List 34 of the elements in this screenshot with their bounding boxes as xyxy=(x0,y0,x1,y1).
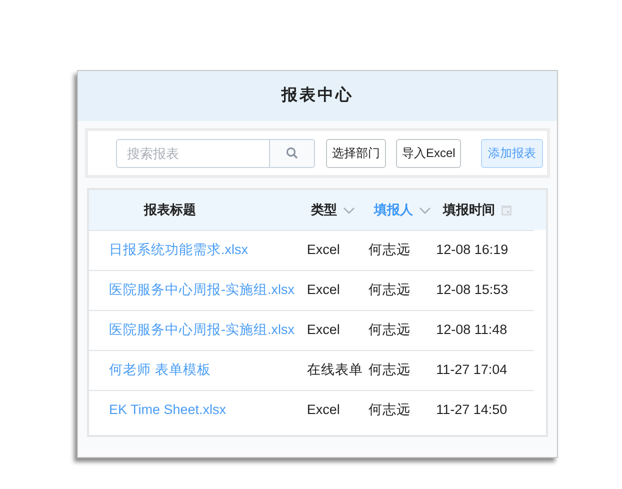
table-cell-text: 12-08 15:53 xyxy=(436,281,508,300)
search-field[interactable]: 搜索报表 xyxy=(116,138,270,168)
report-link[interactable]: 医院服务中心周报-实施组.xlsx xyxy=(109,280,294,301)
table-cell-text: 11-27 17:04 xyxy=(436,361,508,380)
table-cell-text: 何志远 xyxy=(368,321,410,340)
table-cell-text: Excel xyxy=(306,321,340,340)
table-cell-text: 何志远 xyxy=(368,241,410,260)
toolbar-button[interactable]: 添加报表 xyxy=(481,138,543,168)
table-cell-text: 在线表单 xyxy=(306,361,363,380)
report-link[interactable]: 医院服务中心周报-实施组.xlsx xyxy=(109,320,294,341)
column-header[interactable]: 填报时间 xyxy=(443,200,495,220)
toolbar-button[interactable]: 选择部门 xyxy=(326,138,386,168)
table-cell-text: 何志远 xyxy=(368,281,410,300)
chevron-down-icon[interactable] xyxy=(419,206,431,214)
table-cell-text: Excel xyxy=(306,241,340,260)
table-cell-text: 12-08 11:48 xyxy=(436,321,508,340)
column-header[interactable]: 填报人 xyxy=(374,200,413,220)
column-header[interactable]: 类型 xyxy=(311,200,337,220)
column-header[interactable]: 报表标题 xyxy=(144,200,196,220)
table-cell-text: Excel xyxy=(306,281,340,300)
chevron-down-icon[interactable] xyxy=(343,206,355,214)
table-cell-text: 11-27 14:50 xyxy=(436,401,508,420)
table-cell-text: 12-08 16:19 xyxy=(436,241,508,260)
toolbar-button[interactable]: 导入Excel xyxy=(396,138,462,168)
table-cell-text: 何志远 xyxy=(368,401,410,420)
report-link[interactable]: 日报系统功能需求.xlsx xyxy=(109,240,248,261)
calendar-icon[interactable] xyxy=(501,204,512,216)
search-button[interactable] xyxy=(270,138,315,168)
table-cell-text: 何志远 xyxy=(368,361,410,380)
window-title: 报表中心 xyxy=(282,85,354,106)
search-icon xyxy=(286,147,298,159)
table-cell-text: Excel xyxy=(306,401,340,420)
report-link[interactable]: 何老师 表单模板 xyxy=(109,360,211,381)
report-link[interactable]: EK Time Sheet.xlsx xyxy=(109,400,226,421)
